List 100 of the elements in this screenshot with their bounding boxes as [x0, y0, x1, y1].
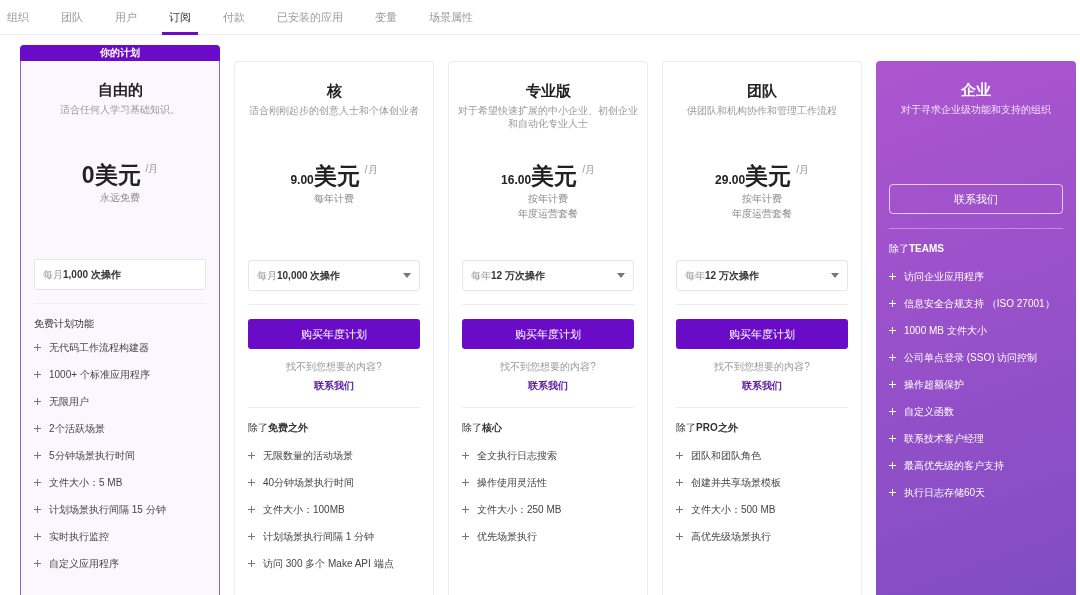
- plus-icon: [462, 533, 469, 540]
- tab[interactable]: 订阅: [162, 0, 198, 35]
- feature-item: 无限用户: [34, 388, 206, 415]
- contact-link[interactable]: 联系我们: [742, 378, 782, 393]
- plan-description: 对于寻求企业级功能和支持的组织: [900, 103, 1052, 116]
- plus-icon: [34, 398, 41, 405]
- plan-description: 对于希望快速扩展的中小企业、初创企业和自动化专业人士: [457, 104, 639, 130]
- plus-icon: [34, 371, 41, 378]
- feature-item: 无代码工作流程构建器: [34, 334, 206, 361]
- plus-icon: [676, 506, 683, 513]
- feature-item: 全文执行日志搜索: [462, 442, 634, 469]
- plus-icon: [248, 452, 255, 459]
- caret-icon: [617, 273, 625, 278]
- feature-item: 访问 300 多个 Make API 端点: [248, 550, 420, 577]
- operations-select[interactable]: 每年12 万次操作: [462, 260, 634, 291]
- feature-item: 团队和团队角色: [676, 442, 848, 469]
- help-text: 找不到您想要的内容?: [285, 360, 383, 374]
- current-plan-badge: 你的计划: [20, 45, 220, 61]
- plan-price: 9.00美元 /月: [289, 162, 379, 191]
- features-heading: 除了免费之外: [248, 421, 309, 435]
- feature-item: 优先场景执行: [462, 523, 634, 550]
- plus-icon: [34, 533, 41, 540]
- feature-item: 联系技术客户经理: [889, 425, 1063, 452]
- plus-icon: [889, 327, 896, 334]
- operations-select[interactable]: 每月10,000 次操作: [248, 260, 420, 291]
- caret-icon: [403, 273, 411, 278]
- feature-item: 实时执行监控: [34, 523, 206, 550]
- billing-note: 每年计费: [313, 192, 355, 206]
- plus-icon: [34, 560, 41, 567]
- plus-icon: [248, 506, 255, 513]
- feature-item: 执行日志存储60天: [889, 479, 1063, 506]
- buy-button[interactable]: 购买年度计划: [462, 319, 634, 349]
- billing-note: 年度运营套餐: [731, 207, 793, 221]
- plus-icon: [462, 452, 469, 459]
- feature-item: 创建并共享场景模板: [676, 469, 848, 496]
- feature-item: 5分钟场景执行时间: [34, 442, 206, 469]
- plus-icon: [889, 462, 896, 469]
- buy-button[interactable]: 购买年度计划: [676, 319, 848, 349]
- caret-icon: [831, 273, 839, 278]
- plan-title: 团队: [746, 81, 778, 101]
- feature-item: 高优先级场景执行: [676, 523, 848, 550]
- feature-item: 1000+ 个标准应用程序: [34, 361, 206, 388]
- feature-item: 自定义应用程序: [34, 550, 206, 577]
- plus-icon: [34, 344, 41, 351]
- plan-description: 适合刚刚起步的创意人士和个体创业者: [248, 104, 420, 117]
- plus-icon: [889, 354, 896, 361]
- contact-link[interactable]: 联系我们: [314, 378, 354, 393]
- feature-item: 最高优先级的客户支持: [889, 452, 1063, 479]
- plan-title: 自由的: [96, 80, 144, 100]
- billing-note: 年度运营套餐: [517, 207, 579, 221]
- feature-item: 文件大小：250 MB: [462, 496, 634, 523]
- plus-icon: [34, 479, 41, 486]
- feature-item: 信息安全合规支持 （ISO 27001）: [889, 290, 1063, 317]
- operations-select[interactable]: 每年12 万次操作: [676, 260, 848, 291]
- plus-icon: [676, 452, 683, 459]
- plus-icon: [34, 452, 41, 459]
- help-text: 找不到您想要的内容?: [713, 360, 811, 374]
- plus-icon: [462, 479, 469, 486]
- plus-icon: [676, 479, 683, 486]
- feature-item: 访问企业应用程序: [889, 263, 1063, 290]
- feature-item: 计划场景执行间隔 1 分钟: [248, 523, 420, 550]
- plan-description: 适合任何人学习基础知识。: [59, 103, 181, 116]
- plan-price: 0美元 /月: [80, 161, 160, 190]
- contact-button[interactable]: 联系我们: [889, 184, 1063, 214]
- billing-note: 按年计费: [527, 192, 569, 206]
- feature-item: 40分钟场景执行时间: [248, 469, 420, 496]
- billing-note: 永远免费: [99, 191, 141, 205]
- features-heading: 除了核心: [462, 421, 503, 435]
- plus-icon: [889, 408, 896, 415]
- feature-item: 文件大小：100MB: [248, 496, 420, 523]
- feature-item: 公司单点登录 (SSO) 访问控制: [889, 344, 1063, 371]
- plus-icon: [889, 489, 896, 496]
- plan-title: 核: [325, 81, 343, 101]
- plan-title: 企业: [960, 80, 992, 100]
- billing-note: 按年计费: [741, 192, 783, 206]
- feature-item: 文件大小：5 MB: [34, 469, 206, 496]
- plus-icon: [889, 381, 896, 388]
- plus-icon: [889, 435, 896, 442]
- plus-icon: [248, 533, 255, 540]
- help-text: 找不到您想要的内容?: [499, 360, 597, 374]
- feature-item: 计划场景执行间隔 15 分钟: [34, 496, 206, 523]
- plus-icon: [34, 425, 41, 432]
- features-heading: 免费计划功能: [34, 317, 95, 331]
- plus-icon: [676, 533, 683, 540]
- plus-icon: [34, 506, 41, 513]
- feature-item: 无限数量的活动场景: [248, 442, 420, 469]
- feature-item: 操作使用灵活性: [462, 469, 634, 496]
- plan-price: 29.00美元 /月: [714, 162, 810, 191]
- plus-icon: [889, 300, 896, 307]
- plus-icon: [248, 479, 255, 486]
- feature-item: 2个活跃场景: [34, 415, 206, 442]
- plan-description: 供团队和机构协作和管理工作流程: [686, 104, 838, 117]
- features-heading: 除了TEAMS: [889, 242, 945, 256]
- buy-button[interactable]: 购买年度计划: [248, 319, 420, 349]
- contact-link[interactable]: 联系我们: [528, 378, 568, 393]
- plan-title: 专业版: [524, 81, 572, 101]
- features-heading: 除了PRO之外: [676, 421, 739, 435]
- plus-icon: [462, 506, 469, 513]
- feature-item: 文件大小：500 MB: [676, 496, 848, 523]
- plus-icon: [248, 560, 255, 567]
